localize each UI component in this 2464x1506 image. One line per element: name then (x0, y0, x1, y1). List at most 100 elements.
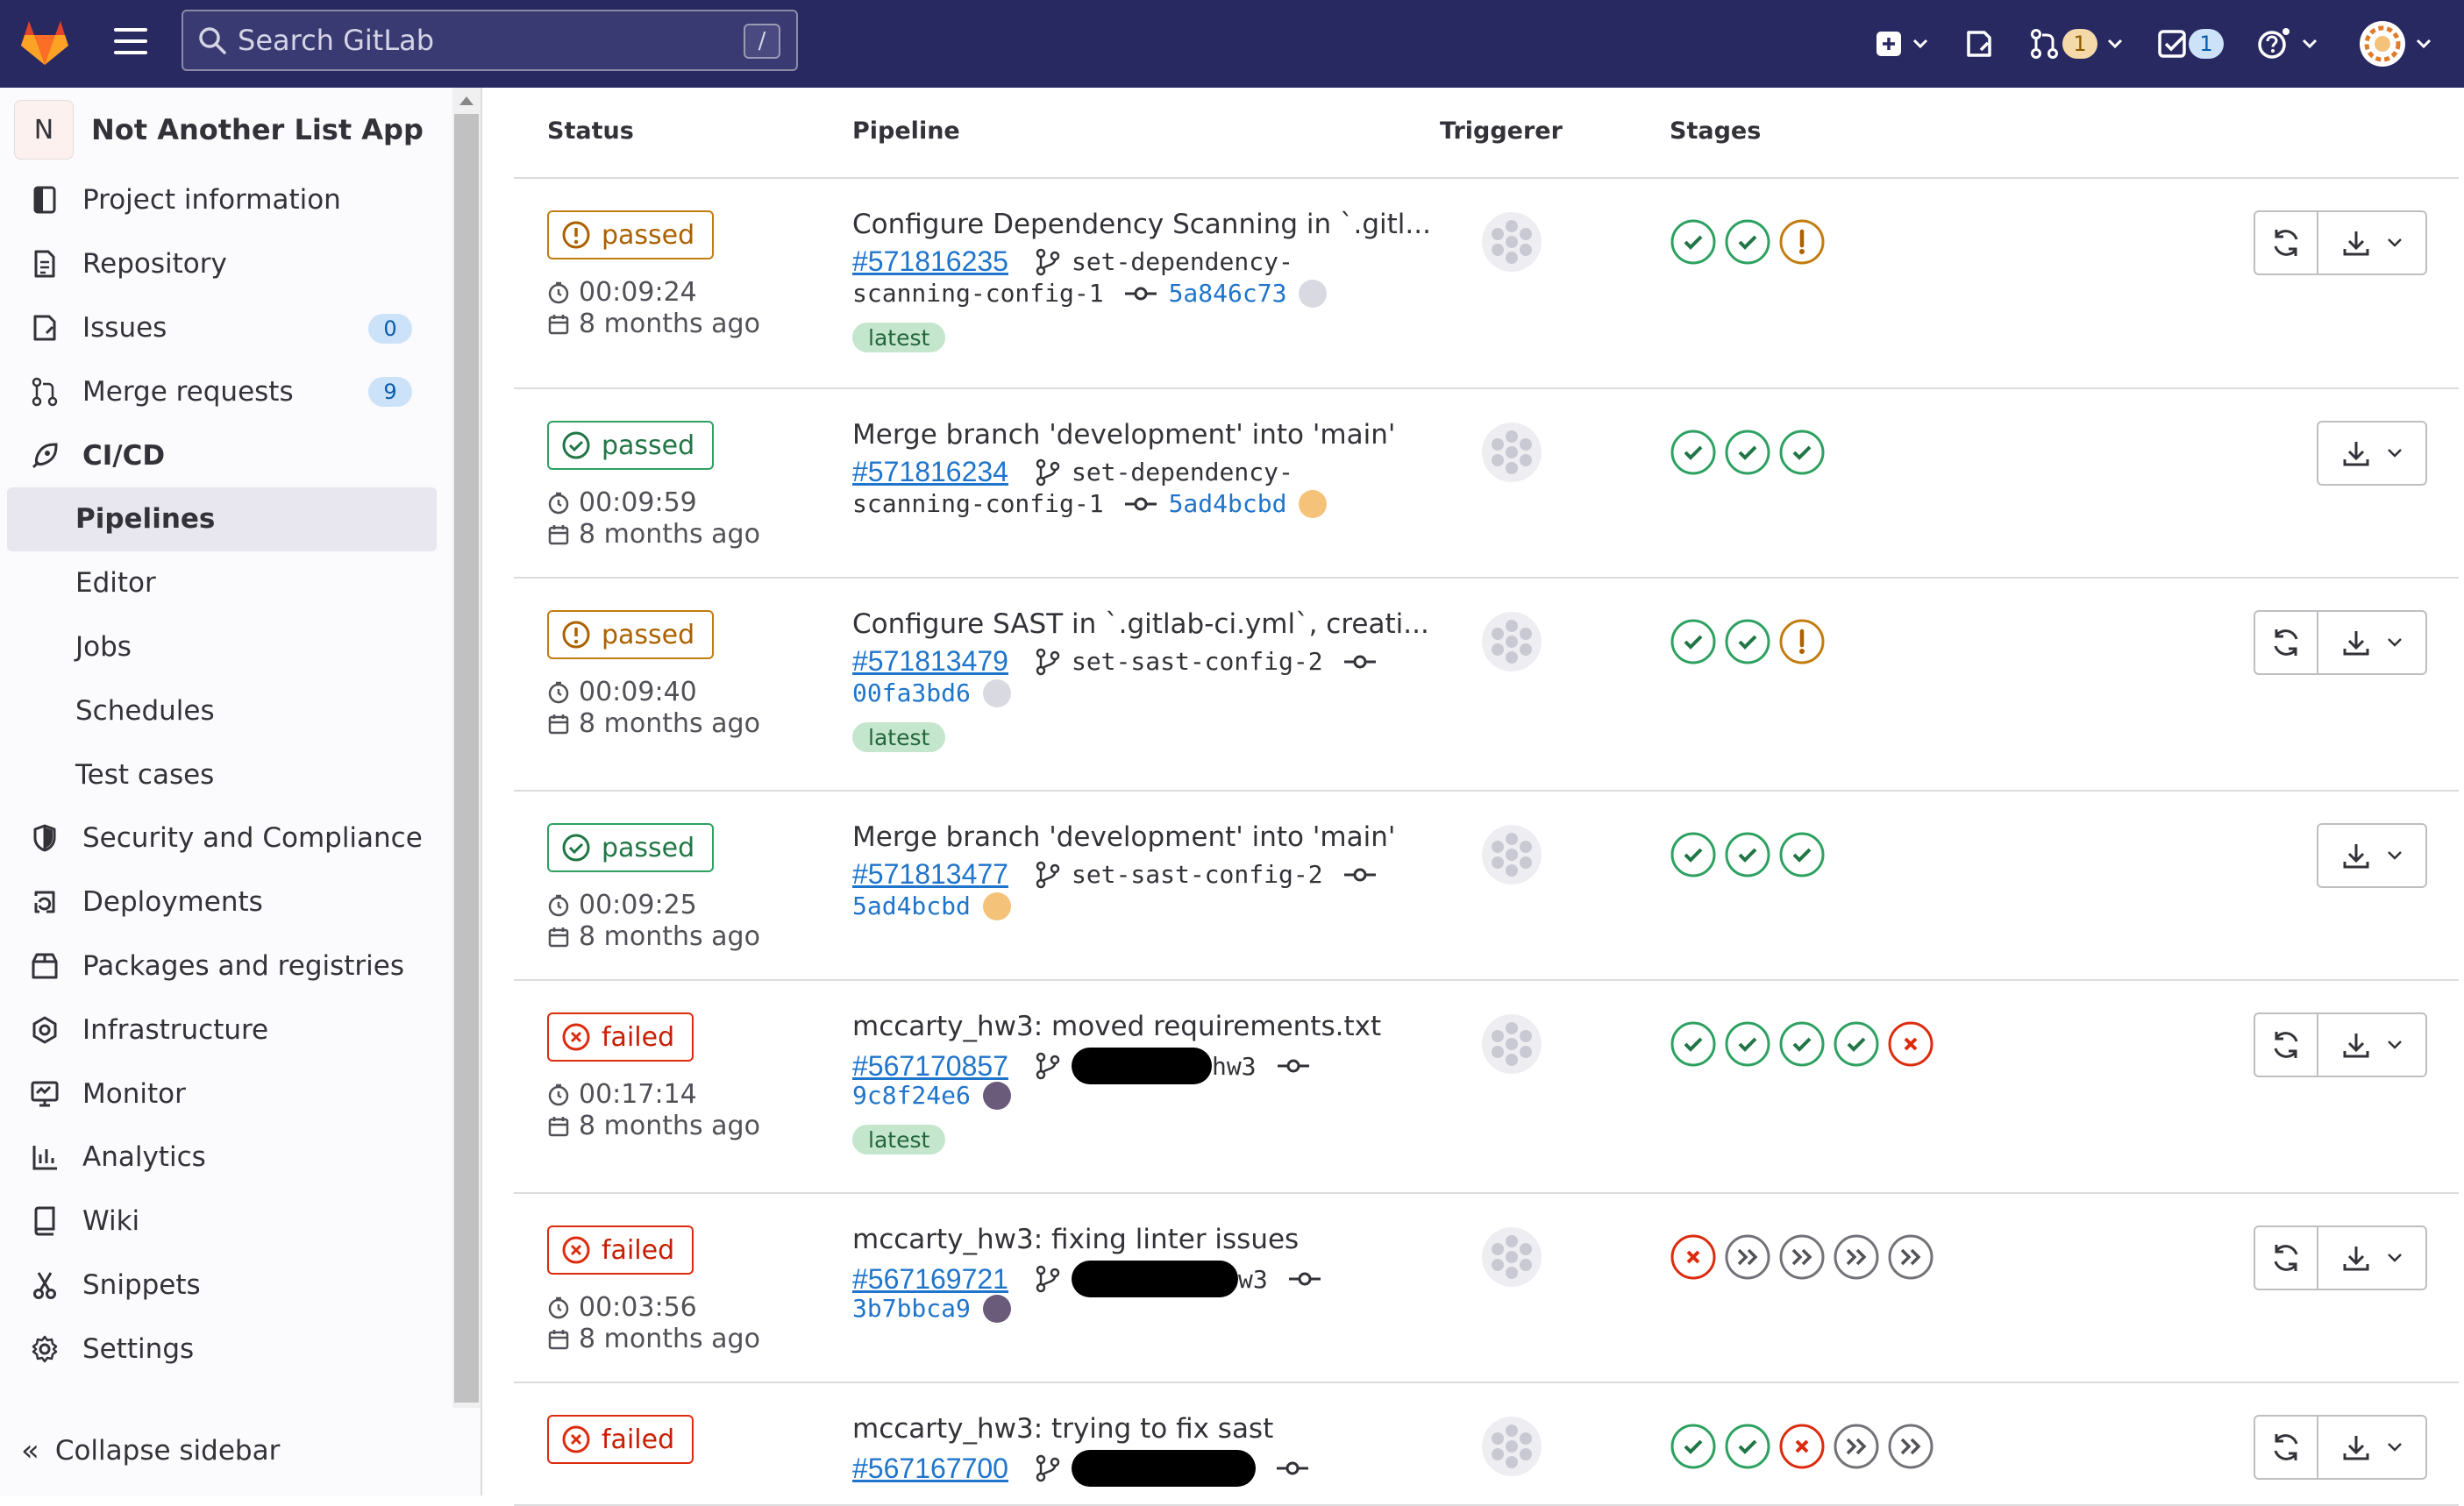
gitlab-logo-icon[interactable] (18, 16, 72, 67)
triggerer-avatar[interactable] (1480, 210, 1543, 273)
sidebar-item-analytics[interactable]: Analytics (7, 1126, 437, 1190)
stage-failed-icon[interactable] (1670, 1233, 1717, 1281)
commit-title[interactable]: mccarty_hw3: trying to fix sast (852, 1413, 1273, 1445)
stage-skipped-icon[interactable] (1833, 1423, 1880, 1470)
sidebar-item-merge-requests[interactable]: Merge requests 9 (7, 359, 437, 423)
commit-author-avatar[interactable] (1299, 279, 1328, 308)
sidebar-scrollbar-thumb[interactable] (454, 114, 479, 1403)
sidebar-item-deployments[interactable]: Deployments (7, 870, 437, 934)
pipeline-id-link[interactable]: #571813477 (852, 858, 1008, 891)
sidebar-item-security-compliance[interactable]: Security and Compliance (7, 806, 437, 870)
stage-skipped-icon[interactable] (1887, 1423, 1934, 1470)
pipeline-id-link[interactable]: #567167700 (852, 1453, 1008, 1485)
triggerer-avatar[interactable] (1480, 1012, 1543, 1076)
pipeline-id-link[interactable]: #567170857 (852, 1050, 1008, 1083)
triggerer-avatar[interactable] (1480, 1415, 1543, 1478)
sidebar-item-monitor[interactable]: Monitor (7, 1062, 437, 1126)
stage-success-icon[interactable] (1724, 1423, 1771, 1470)
menu-icon[interactable] (114, 28, 147, 54)
triggerer-avatar[interactable] (1480, 610, 1543, 673)
commit-author-avatar[interactable] (982, 678, 1011, 707)
sidebar-item-project-information[interactable]: Project information (7, 168, 437, 232)
sidebar-item-pipelines[interactable]: Pipelines (7, 487, 437, 551)
retry-button[interactable] (2254, 1415, 2317, 1480)
stage-success-icon[interactable] (1670, 218, 1717, 266)
search-input[interactable]: Search GitLab / (182, 10, 798, 71)
commit-title[interactable]: Merge branch 'development' into 'main' (852, 821, 1395, 853)
sidebar-item-issues[interactable]: Issues 0 (7, 296, 437, 360)
project-header[interactable]: N Not Another List App (14, 98, 424, 161)
commit-author-avatar[interactable] (982, 1294, 1011, 1323)
new-dropdown[interactable] (1875, 0, 1929, 88)
retry-button[interactable] (2254, 210, 2317, 275)
stage-success-icon[interactable] (1778, 429, 1826, 476)
scroll-up-arrow-icon[interactable] (459, 96, 474, 105)
pipeline-id-link[interactable]: #567169721 (852, 1263, 1008, 1296)
branch-name[interactable]: set-sast-config-2 (1072, 647, 1323, 676)
triggerer-avatar[interactable] (1480, 1225, 1543, 1289)
sidebar-item-jobs[interactable]: Jobs (7, 615, 437, 679)
commit-author-avatar[interactable] (982, 892, 1011, 920)
commit-title[interactable]: Configure Dependency Scanning in `.gitl.… (852, 209, 1431, 240)
stage-success-icon[interactable] (1724, 1020, 1771, 1068)
stage-skipped-icon[interactable] (1778, 1233, 1826, 1281)
download-artifacts-button[interactable] (2317, 1012, 2427, 1077)
stage-success-icon[interactable] (1670, 429, 1717, 476)
issues-shortcut[interactable] (1964, 0, 1994, 88)
stage-failed-icon[interactable] (1778, 1423, 1826, 1470)
commit-sha-link[interactable]: 3b7bbca9 (852, 1294, 971, 1323)
status-badge[interactable]: passed (547, 823, 715, 872)
user-menu[interactable] (2359, 0, 2432, 88)
commit-author-avatar[interactable] (982, 1081, 1011, 1110)
triggerer-avatar[interactable] (1480, 823, 1543, 886)
branch-name[interactable]: set-dependency- (1072, 458, 1293, 487)
status-badge[interactable]: failed (547, 1012, 694, 1062)
download-artifacts-button[interactable] (2317, 823, 2427, 888)
triggerer-avatar[interactable] (1480, 421, 1543, 484)
stage-success-icon[interactable] (1670, 1423, 1717, 1470)
commit-sha-link[interactable]: 00fa3bd6 (852, 678, 971, 707)
commit-author-avatar[interactable] (1299, 489, 1328, 518)
stage-success-icon[interactable] (1670, 618, 1717, 665)
stage-warning-icon[interactable] (1778, 218, 1826, 266)
stage-skipped-icon[interactable] (1724, 1233, 1771, 1281)
commit-sha-link[interactable]: 5a846c73 (1169, 279, 1287, 308)
stage-skipped-icon[interactable] (1833, 1233, 1880, 1281)
commit-title[interactable]: mccarty_hw3: fixing linter issues (852, 1224, 1299, 1255)
retry-button[interactable] (2254, 1225, 2317, 1290)
commit-sha-link[interactable]: 5ad4bcbd (1169, 489, 1287, 518)
status-badge[interactable]: passed (547, 610, 715, 659)
status-badge[interactable]: failed (547, 1415, 694, 1464)
stage-success-icon[interactable] (1670, 831, 1717, 878)
stage-success-icon[interactable] (1670, 1020, 1717, 1068)
merge-requests-shortcut[interactable]: 1 (2029, 0, 2124, 88)
commit-title[interactable]: mccarty_hw3: moved requirements.txt (852, 1011, 1381, 1042)
sidebar-item-settings[interactable]: Settings (7, 1317, 437, 1381)
sidebar-item-wiki[interactable]: Wiki (7, 1190, 437, 1254)
download-artifacts-button[interactable] (2317, 610, 2427, 675)
stage-warning-icon[interactable] (1778, 618, 1826, 665)
commit-sha-link[interactable]: 5ad4bcbd (852, 892, 971, 920)
retry-button[interactable] (2254, 1012, 2317, 1077)
stage-success-icon[interactable] (1724, 218, 1771, 266)
sidebar-item-repository[interactable]: Repository (7, 232, 437, 296)
stage-success-icon[interactable] (1724, 831, 1771, 878)
status-badge[interactable]: passed (547, 210, 715, 259)
download-artifacts-button[interactable] (2317, 210, 2427, 275)
download-artifacts-button[interactable] (2317, 1415, 2427, 1480)
branch-name-continued[interactable]: scanning-config-1 (852, 489, 1104, 518)
pipeline-id-link[interactable]: #571816234 (852, 456, 1008, 488)
branch-name[interactable]: w3 (1238, 1265, 1268, 1294)
todos-shortcut[interactable]: 1 (2157, 0, 2224, 88)
collapse-sidebar-button[interactable]: « Collapse sidebar (21, 1429, 280, 1473)
stage-success-icon[interactable] (1778, 1020, 1826, 1068)
stage-failed-icon[interactable] (1887, 1020, 1934, 1068)
pipeline-id-link[interactable]: #571813479 (852, 645, 1008, 678)
download-artifacts-button[interactable] (2317, 1225, 2427, 1290)
branch-name[interactable]: set-dependency- (1072, 247, 1293, 276)
stage-success-icon[interactable] (1778, 831, 1826, 878)
status-badge[interactable]: failed (547, 1225, 694, 1275)
pipeline-id-link[interactable]: #571816235 (852, 245, 1008, 278)
help-dropdown[interactable] (2257, 0, 2318, 88)
sidebar-item-test-cases[interactable]: Test cases (7, 742, 437, 806)
